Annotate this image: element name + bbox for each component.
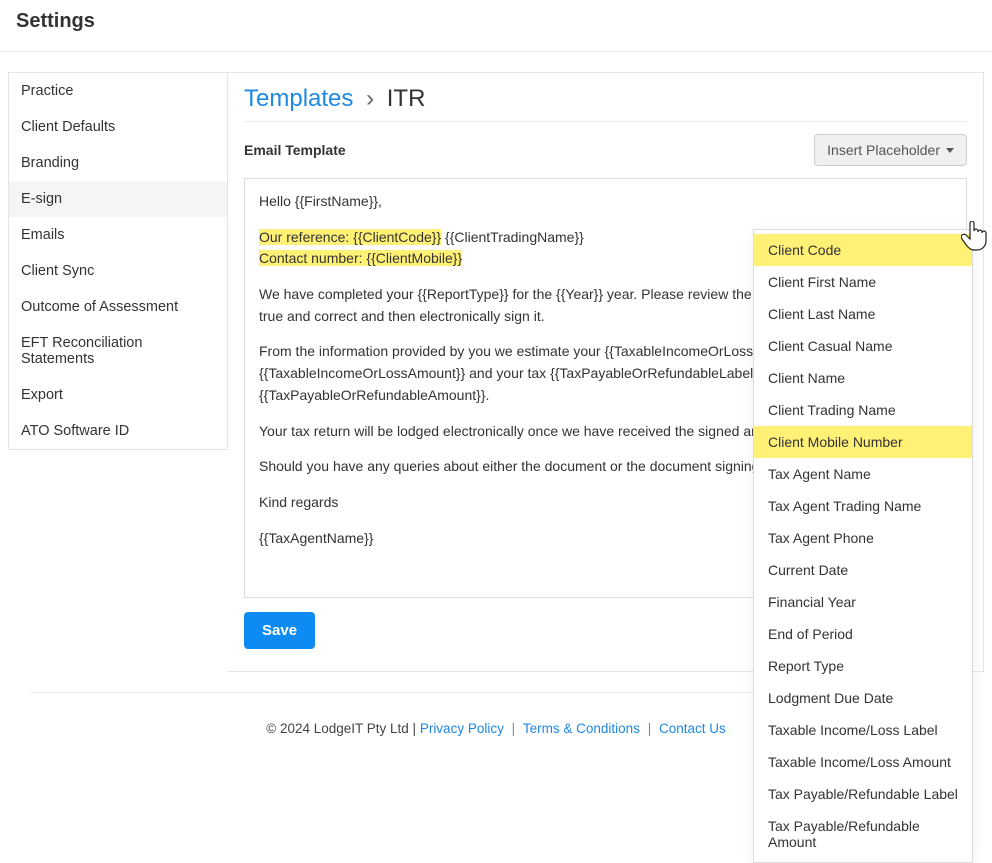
placeholder-menu-item[interactable]: Taxable Income/Loss Amount (754, 746, 972, 778)
main-area: PracticeClient DefaultsBrandingE-signEma… (0, 52, 992, 672)
placeholder-menu-item[interactable]: Client Last Name (754, 298, 972, 330)
placeholder-menu-item[interactable]: Report Type (754, 650, 972, 682)
placeholder-menu-item[interactable]: Client First Name (754, 266, 972, 298)
sidebar-item[interactable]: Client Sync (9, 253, 227, 289)
sidebar-item[interactable]: Outcome of Assessment (9, 289, 227, 325)
sidebar-item[interactable]: ATO Software ID (9, 413, 227, 449)
placeholder-menu-item[interactable]: Taxable Income/Loss Label (754, 714, 972, 746)
template-header-row: Email Template Insert Placeholder (244, 134, 967, 166)
save-button[interactable]: Save (244, 612, 315, 649)
placeholder-menu-item[interactable]: Current Date (754, 554, 972, 586)
footer-contact-link[interactable]: Contact Us (659, 721, 726, 736)
page-title: Settings (16, 10, 976, 33)
sidebar-item[interactable]: Branding (9, 145, 227, 181)
chevron-down-icon (946, 148, 954, 153)
page-header: Settings (0, 0, 992, 52)
footer-privacy-link[interactable]: Privacy Policy (420, 721, 504, 736)
template-contact-line: Contact number: {{ClientMobile}} (259, 250, 462, 266)
sidebar-item[interactable]: E-sign (9, 181, 227, 217)
template-ref-line: Our reference: {{ClientCode}} (259, 229, 441, 245)
placeholder-menu-item[interactable]: Tax Payable/Refundable Amount (754, 810, 972, 858)
placeholder-menu-item[interactable]: Tax Agent Phone (754, 522, 972, 554)
breadcrumb: Templates › ITR (244, 85, 967, 121)
sidebar-item[interactable]: Practice (9, 73, 227, 109)
insert-placeholder-menu[interactable]: Client CodeClient First NameClient Last … (753, 229, 973, 863)
sidebar-item[interactable]: Emails (9, 217, 227, 253)
template-greeting: Hello {{FirstName}}, (259, 191, 952, 213)
placeholder-menu-item[interactable]: Client Casual Name (754, 330, 972, 362)
content-panel: Templates › ITR Email Template Insert Pl… (228, 72, 984, 672)
breadcrumb-current: ITR (387, 85, 426, 112)
sidebar-item[interactable]: EFT Reconciliation Statements (9, 325, 227, 377)
placeholder-menu-item[interactable]: Client Code (754, 234, 972, 266)
placeholder-menu-item[interactable]: Client Mobile Number (754, 426, 972, 458)
breadcrumb-root[interactable]: Templates (244, 85, 353, 112)
placeholder-menu-item[interactable]: End of Period (754, 618, 972, 650)
placeholder-menu-item[interactable]: Tax Agent Trading Name (754, 490, 972, 522)
footer-terms-link[interactable]: Terms & Conditions (523, 721, 640, 736)
sidebar-item[interactable]: Client Defaults (9, 109, 227, 145)
placeholder-menu-item[interactable]: Client Trading Name (754, 394, 972, 426)
insert-placeholder-button[interactable]: Insert Placeholder (814, 134, 967, 166)
placeholder-menu-item[interactable]: Financial Year (754, 586, 972, 618)
insert-placeholder-label: Insert Placeholder (827, 142, 940, 158)
footer-copyright: © 2024 LodgeIT Pty Ltd | (266, 721, 420, 736)
placeholder-menu-item[interactable]: Tax Payable/Refundable Label (754, 778, 972, 810)
placeholder-menu-item[interactable]: Tax Agent Name (754, 458, 972, 490)
settings-sidebar: PracticeClient DefaultsBrandingE-signEma… (8, 72, 228, 450)
placeholder-menu-item[interactable]: Client Name (754, 362, 972, 394)
placeholder-menu-item[interactable]: Lodgment Due Date (754, 682, 972, 714)
section-label: Email Template (244, 142, 346, 158)
sidebar-item[interactable]: Export (9, 377, 227, 413)
breadcrumb-sep: › (360, 85, 380, 112)
